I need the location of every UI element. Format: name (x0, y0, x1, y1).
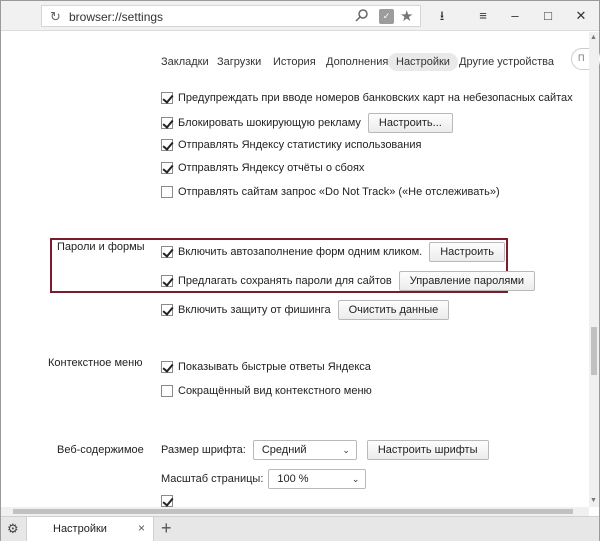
checkbox[interactable] (161, 385, 173, 397)
chevron-down-icon: ⌄ (351, 474, 360, 484)
vertical-scroll-thumb[interactable] (591, 327, 597, 375)
checkbox[interactable] (161, 92, 173, 104)
section-title-web-content: Веб-содержимое (57, 444, 144, 456)
section-title-context-menu: Контекстное меню (48, 357, 143, 369)
setting-partial-hidden[interactable] (161, 495, 178, 507)
page-zoom-select[interactable]: 100 % ⌄ (268, 469, 367, 489)
font-size-value: Средний (261, 444, 307, 456)
minimize-icon[interactable]: – (506, 7, 524, 25)
maximize-icon[interactable]: □ (539, 7, 557, 25)
address-bar[interactable]: ↻ browser://settings ✓ ★ (41, 5, 421, 27)
settings-nav: Закладки Загрузки История Дополнения Нас… (1, 32, 600, 87)
checkbox[interactable] (161, 246, 173, 258)
configure-fonts-button[interactable]: Настроить шрифты (366, 440, 489, 460)
address-url[interactable]: browser://settings (69, 10, 163, 24)
configure-ads-button[interactable]: Настроить... (367, 113, 453, 133)
tab-bar: ⚙ Настройки × + (1, 516, 599, 541)
setting-label: Отправлять Яндексу отчёты о сбоях (178, 162, 365, 174)
scroll-down-icon[interactable]: ▼ (590, 497, 597, 504)
tab-title: Настройки (53, 523, 107, 535)
setting-label: Включить защиту от фишинга (178, 304, 331, 316)
scroll-up-icon[interactable]: ▲ (590, 34, 597, 41)
download-icon[interactable]: ⭳ (433, 7, 451, 25)
gear-icon[interactable]: ⚙ (7, 521, 19, 537)
setting-label: Блокировать шокирующую рекламу (178, 117, 361, 129)
setting-font-size: Размер шрифта: Средний ⌄ Настроить шрифт… (161, 440, 489, 460)
checkbox[interactable] (161, 186, 173, 198)
page-zoom-label: Масштаб страницы: (161, 473, 264, 485)
title-bar: ↻ browser://settings ✓ ★ ⭳ ≡ – □ ✕ (1, 1, 599, 31)
tab-settings[interactable]: Настройки × (26, 517, 154, 541)
setting-page-zoom: Масштаб страницы: 100 % ⌄ (161, 469, 367, 489)
checkbox[interactable] (161, 495, 173, 507)
horizontal-scrollbar[interactable] (1, 507, 589, 516)
hamburger-icon[interactable]: ≡ (474, 7, 492, 25)
checkbox[interactable] (161, 117, 173, 129)
setting-label: Показывать быстрые ответы Яндекса (178, 361, 371, 373)
checkbox[interactable] (161, 139, 173, 151)
nav-extensions[interactable]: Дополнения (318, 53, 396, 71)
nav-bookmarks[interactable]: Закладки (153, 53, 217, 71)
setting-send-crash-reports[interactable]: Отправлять Яндексу отчёты о сбоях (161, 162, 364, 174)
setting-block-ads[interactable]: Блокировать шокирующую рекламу Настроить… (161, 113, 453, 133)
setting-autofill[interactable]: Включить автозаполнение форм одним клико… (161, 242, 505, 262)
setting-do-not-track[interactable]: Отправлять сайтам запрос «Do Not Track» … (161, 186, 500, 198)
nav-downloads[interactable]: Загрузки (209, 53, 269, 71)
vertical-scrollbar[interactable]: ▲ ▼ (589, 32, 599, 507)
checkbox[interactable] (161, 304, 173, 316)
checkbox[interactable] (161, 361, 173, 373)
setting-label: Предупреждать при вводе номеров банковск… (178, 92, 573, 104)
setting-bank-card-warning[interactable]: Предупреждать при вводе номеров банковск… (161, 92, 573, 104)
nav-other-devices[interactable]: Другие устройства (451, 53, 562, 71)
font-size-label: Размер шрифта: (161, 444, 246, 456)
setting-compact-context-menu[interactable]: Сокращённый вид контекстного меню (161, 385, 372, 397)
setting-save-passwords[interactable]: Предлагать сохранять пароли для сайтов У… (161, 271, 536, 291)
checkbox[interactable] (161, 275, 173, 287)
horizontal-scroll-thumb[interactable] (13, 509, 573, 514)
new-tab-button[interactable]: + (161, 518, 172, 539)
setting-label: Включить автозаполнение форм одним клико… (178, 246, 423, 258)
nav-history[interactable]: История (265, 53, 324, 71)
setting-send-statistics[interactable]: Отправлять Яндексу статистику использова… (161, 139, 421, 151)
close-icon[interactable]: × (138, 521, 145, 535)
chevron-down-icon: ⌄ (342, 445, 350, 455)
manage-passwords-button[interactable]: Управление паролями (398, 271, 536, 291)
shield-icon[interactable]: ✓ (379, 9, 394, 24)
checkbox[interactable] (161, 162, 173, 174)
search-icon[interactable] (353, 7, 371, 25)
clear-data-button[interactable]: Очистить данные (337, 300, 450, 320)
page-zoom-value: 100 % (277, 473, 309, 485)
configure-autofill-button[interactable]: Настроить (429, 242, 505, 262)
setting-phishing-protection[interactable]: Включить защиту от фишинга Очистить данн… (161, 300, 450, 320)
close-icon[interactable]: ✕ (572, 7, 590, 25)
setting-label: Отправлять Яндексу статистику использова… (178, 139, 422, 151)
reload-icon[interactable]: ↻ (50, 9, 61, 25)
nav-settings[interactable]: Настройки (388, 53, 458, 71)
browser-window: ↻ browser://settings ✓ ★ ⭳ ≡ – □ ✕ Закла… (0, 0, 600, 541)
setting-quick-answers[interactable]: Показывать быстрые ответы Яндекса (161, 361, 371, 373)
star-icon[interactable]: ★ (400, 7, 413, 25)
setting-label: Отправлять сайтам запрос «Do Not Track» … (178, 186, 500, 198)
font-size-select[interactable]: Средний ⌄ (252, 440, 357, 460)
settings-content: Предупреждать при вводе номеров банковск… (1, 87, 589, 507)
setting-label: Сокращённый вид контекстного меню (178, 385, 372, 397)
setting-label: Предлагать сохранять пароли для сайтов (178, 275, 392, 287)
